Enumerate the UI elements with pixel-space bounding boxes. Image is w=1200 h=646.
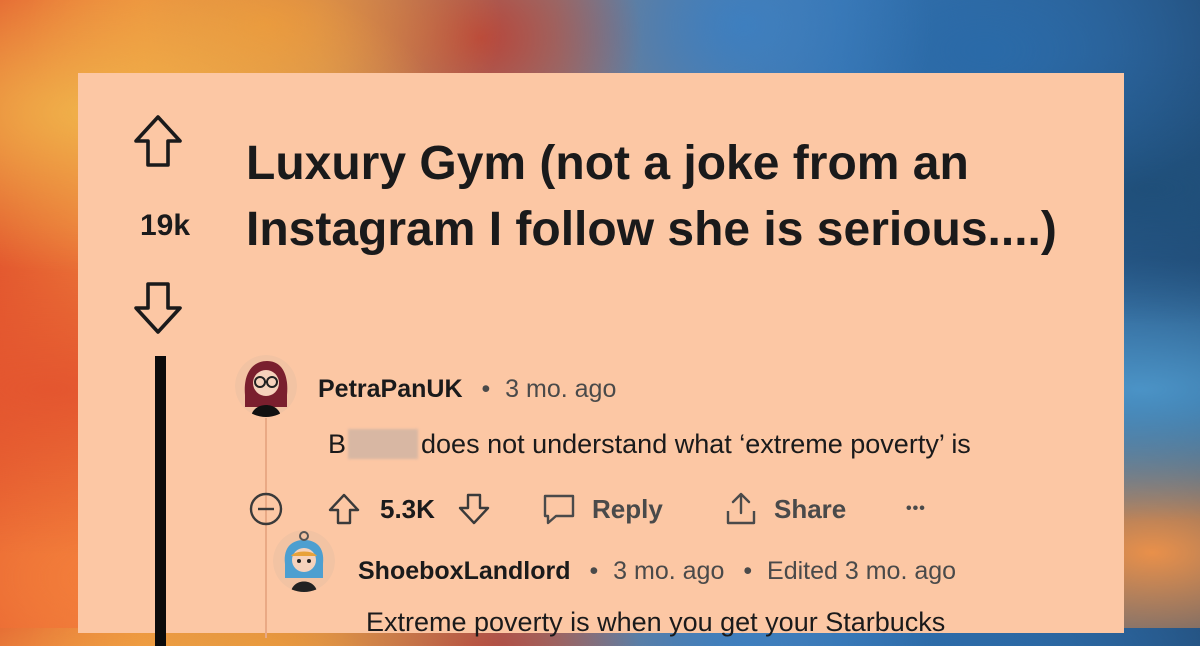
comment-body: Extreme poverty is when you get your Sta…: [366, 607, 946, 637]
redaction-blur: [348, 429, 419, 459]
upvote-icon[interactable]: [128, 111, 188, 171]
comment-upvote-button[interactable]: [326, 489, 362, 529]
share-label: Share: [774, 493, 847, 524]
avatar[interactable]: [235, 355, 297, 417]
comment-downvote-button[interactable]: [456, 489, 492, 529]
downvote-icon[interactable]: [128, 278, 188, 338]
share-button[interactable]: Share: [722, 489, 846, 529]
thread-line[interactable]: [155, 356, 166, 646]
avatar[interactable]: [273, 530, 335, 592]
comment-header: PetraPanUK • 3 mo. ago: [318, 375, 616, 404]
reply-icon: [543, 494, 575, 525]
user-avatar-icon: [235, 355, 297, 417]
comment-score: 5.3K: [380, 493, 435, 524]
separator: •: [589, 557, 599, 585]
post-title[interactable]: Luxury Gym (not a joke from an Instagram…: [246, 131, 1066, 263]
collapse-icon: [249, 492, 283, 526]
comment-edited: Edited 3 mo. ago: [767, 557, 957, 585]
more-icon: •••: [906, 500, 926, 517]
comment-action-bar: 5.3K Reply Share •••: [246, 489, 966, 529]
comment-text: does not understand what ‘extreme povert…: [421, 429, 971, 459]
reply-button[interactable]: Reply: [540, 489, 663, 529]
reply-label: Reply: [592, 493, 663, 524]
user-avatar-icon: [273, 530, 335, 592]
comment-text-prefix: B: [328, 429, 347, 459]
separator: •: [743, 557, 753, 585]
upvote-icon: [328, 493, 360, 525]
more-options-button[interactable]: •••: [906, 489, 926, 529]
downvote-icon: [458, 493, 490, 525]
comment-username[interactable]: ShoeboxLandlord: [358, 557, 571, 585]
comment-body: Bdoes not understand what ‘extreme pover…: [328, 429, 971, 460]
separator: •: [481, 375, 491, 403]
comment-age: 3 mo. ago: [613, 557, 725, 585]
post-card: 19k Luxury Gym (not a joke from an Insta…: [78, 73, 1124, 646]
collapse-button[interactable]: [248, 489, 284, 529]
comment-username[interactable]: PetraPanUK: [318, 375, 463, 403]
share-icon: [726, 492, 756, 525]
post-vote-count: 19k: [139, 209, 191, 242]
comment-age: 3 mo. ago: [505, 375, 617, 403]
comment-header: ShoeboxLandlord • 3 mo. ago • Edited 3 m…: [358, 557, 956, 586]
